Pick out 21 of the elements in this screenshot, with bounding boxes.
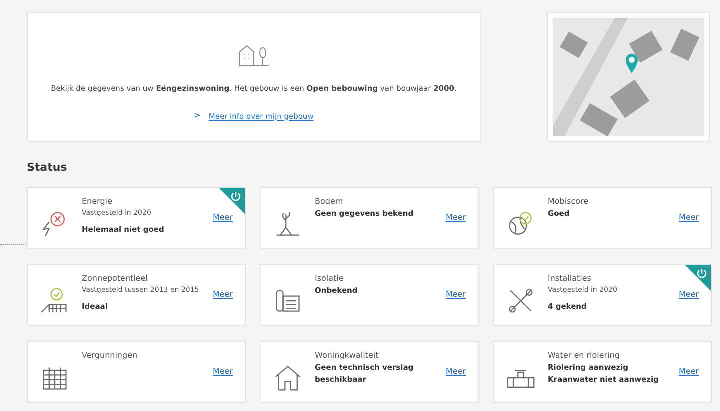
card-title: Installaties (548, 272, 592, 284)
card-title: Energie (82, 196, 114, 208)
section-heading: Status (27, 160, 68, 176)
card-title: Woningkwaliteit (315, 350, 380, 362)
more-link[interactable]: Meer (446, 212, 466, 224)
more-link[interactable]: Meer (212, 212, 233, 224)
card-title: Water en riolering (548, 350, 621, 362)
more-link[interactable]: Meer (678, 212, 699, 224)
card-title: Zonnepotentieel (82, 272, 149, 284)
more-link[interactable]: Meer (212, 288, 233, 300)
more-link[interactable]: Meer (446, 288, 466, 300)
more-link[interactable]: Meer (678, 288, 699, 300)
more-link[interactable]: Meer (212, 366, 233, 378)
card-title: Bodem (315, 196, 344, 208)
card-title: Isolatie (315, 272, 345, 284)
card-title: Vergunningen (82, 350, 139, 362)
card-title: Mobiscore (548, 196, 590, 208)
chevron-icon: > (194, 110, 201, 122)
more-link[interactable]: Meer (678, 366, 699, 378)
house-with-tree-icon (237, 43, 271, 67)
more-link[interactable]: Meer (446, 366, 466, 378)
